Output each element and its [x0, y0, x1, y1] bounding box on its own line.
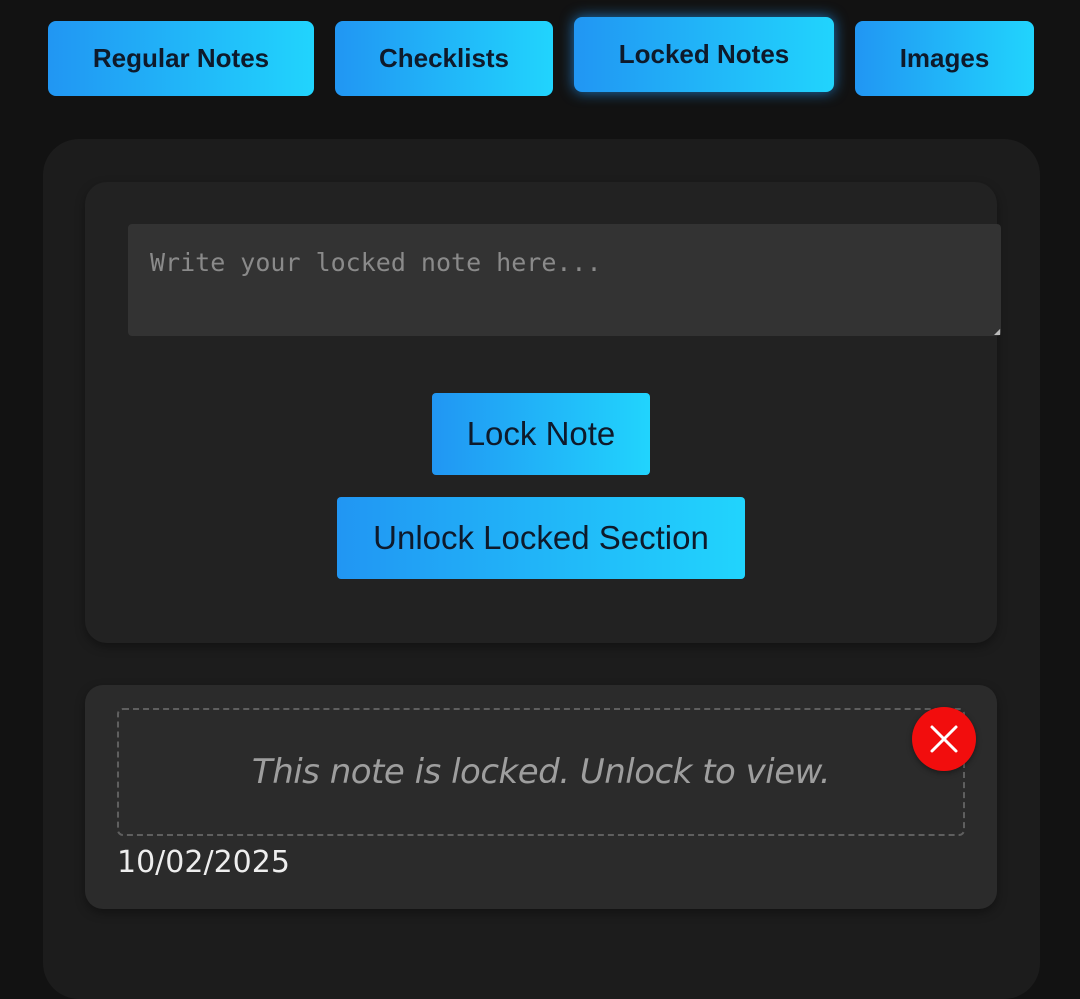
unlock-locked-section-button[interactable]: Unlock Locked Section: [337, 497, 745, 579]
delete-note-button[interactable]: [912, 707, 976, 771]
tab-regular-notes[interactable]: Regular Notes: [48, 21, 314, 96]
close-icon: [930, 725, 958, 753]
tab-locked-notes[interactable]: Locked Notes: [574, 17, 834, 92]
locked-note-input[interactable]: [128, 224, 1001, 336]
locked-note-placeholder: This note is locked. Unlock to view.: [117, 708, 965, 836]
note-date: 10/02/2025: [117, 845, 290, 880]
tab-checklists[interactable]: Checklists: [335, 21, 553, 96]
lock-note-button[interactable]: Lock Note: [432, 393, 650, 475]
tab-images[interactable]: Images: [855, 21, 1034, 96]
locked-note-message: This note is locked. Unlock to view.: [251, 752, 831, 792]
note-type-tabs: Regular Notes Checklists Locked Notes Im…: [0, 0, 1080, 120]
resize-handle-icon[interactable]: ◢: [994, 328, 1000, 336]
